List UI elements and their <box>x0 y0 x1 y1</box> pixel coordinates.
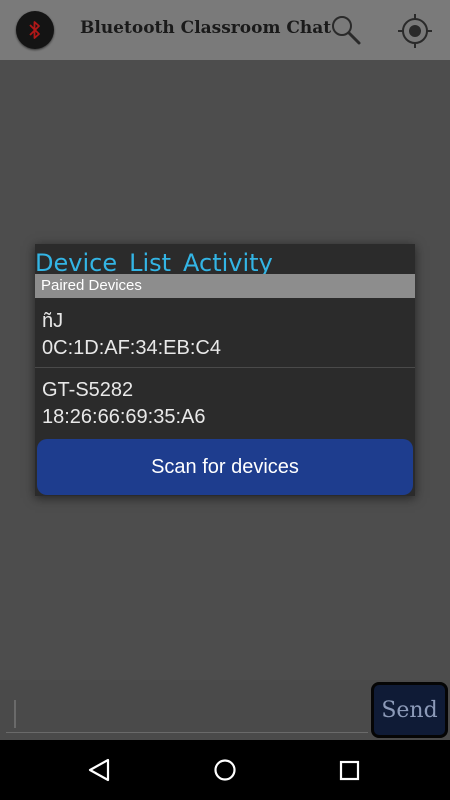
bluetooth-icon <box>16 11 54 49</box>
section-header-label: Paired Devices <box>41 277 142 294</box>
message-input[interactable] <box>6 690 368 733</box>
device-address: 0C:1D:AF:34:EB:C4 <box>42 337 221 359</box>
device-item[interactable]: ñJ 0C:1D:AF:34:EB:C4 <box>35 300 415 368</box>
send-button[interactable]: Send <box>371 682 448 738</box>
back-button[interactable] <box>86 757 112 787</box>
app-title: Bluetooth Classroom Chat <box>80 18 332 38</box>
dialog-title: Device_List_Activity <box>35 249 273 277</box>
locate-button[interactable] <box>396 12 434 50</box>
home-circle-icon <box>214 759 236 781</box>
device-item[interactable]: GT-S5282 18:26:66:69:35:A6 <box>35 369 415 437</box>
recent-apps-square-icon <box>339 760 360 781</box>
crosshair-icon <box>398 14 432 48</box>
device-list-dialog: Device_List_Activity Paired Devices ñJ 0… <box>35 244 415 496</box>
list-divider <box>35 367 415 368</box>
search-icon <box>332 16 361 45</box>
device-name: GT-S5282 <box>42 379 134 401</box>
recent-apps-button[interactable] <box>339 760 361 786</box>
search-button[interactable] <box>328 12 364 48</box>
paired-devices-header: Paired Devices <box>35 274 415 298</box>
scan-for-devices-button[interactable]: Scan for devices <box>37 439 413 495</box>
navigation-bar <box>0 740 450 800</box>
action-bar: Bluetooth Classroom Chat <box>0 0 450 60</box>
back-triangle-icon <box>88 758 110 782</box>
device-name: ñJ <box>42 310 64 332</box>
home-button[interactable] <box>213 758 237 786</box>
device-address: 18:26:66:69:35:A6 <box>42 406 206 428</box>
